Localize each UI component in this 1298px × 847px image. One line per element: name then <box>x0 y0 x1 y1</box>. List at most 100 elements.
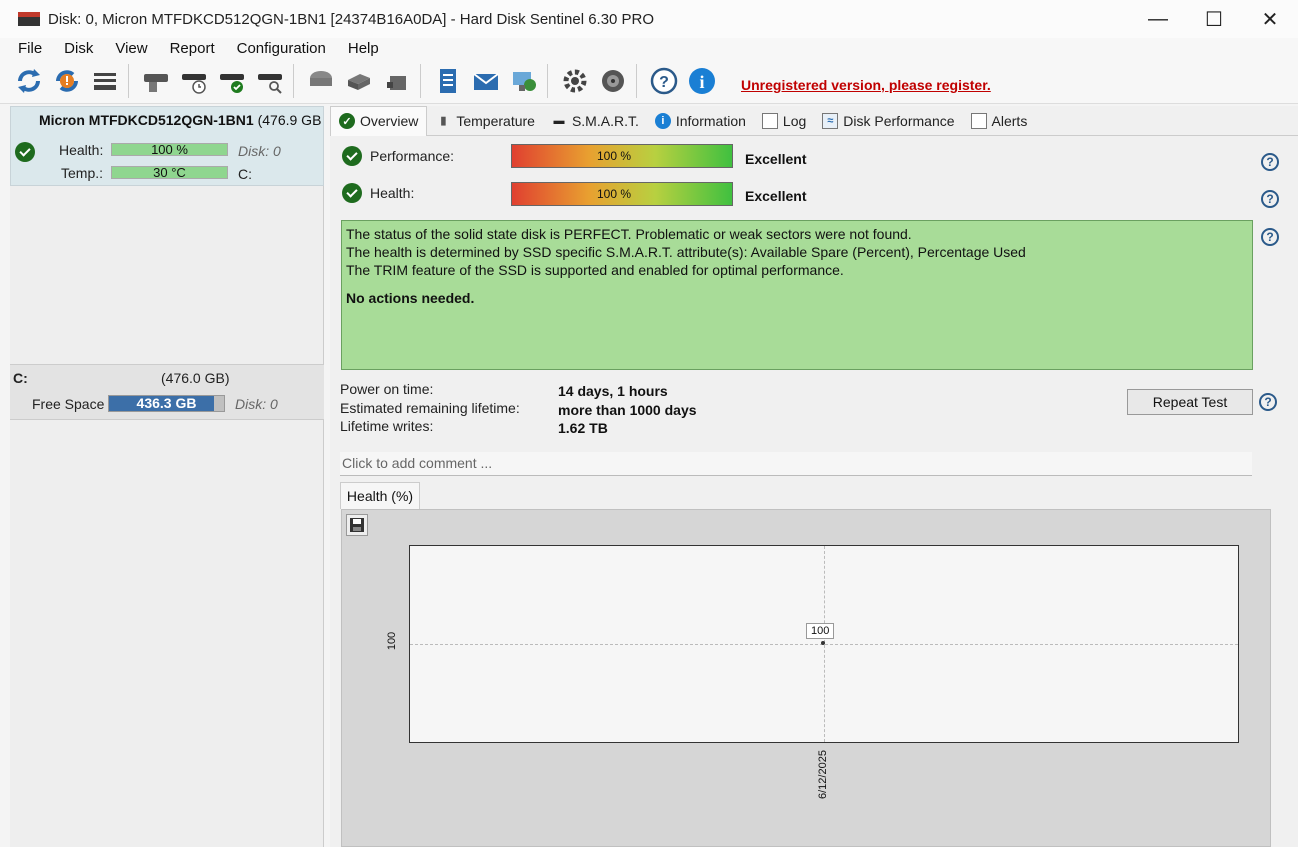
chart-tab-health[interactable]: Health (%) <box>340 482 420 509</box>
partition-size: (476.0 GB) <box>161 370 230 386</box>
tab-label: Information <box>675 112 746 129</box>
free-space-value: 436.3 GB <box>136 395 197 411</box>
power-on-value: 14 days, 1 hours <box>558 383 668 399</box>
tab-label: Disk Performance <box>843 112 955 129</box>
disk-ok-check-icon <box>15 142 35 162</box>
tab-log[interactable]: Log <box>754 106 814 136</box>
health-value: 100 % <box>596 187 632 201</box>
data-point-label: 100 <box>806 623 835 639</box>
disk-model: Micron MTFDKCD512QGN-1BN1 <box>39 112 254 128</box>
disk-clock-icon[interactable] <box>177 64 211 98</box>
menu-report[interactable]: Report <box>170 40 215 57</box>
toolbar-separator <box>547 63 548 98</box>
drive-icon[interactable] <box>304 64 338 98</box>
disk-list-icon[interactable] <box>88 64 122 98</box>
close-button[interactable]: ✕ <box>1242 0 1298 38</box>
sound-icon[interactable] <box>596 64 630 98</box>
menu-help[interactable]: Help <box>348 40 379 57</box>
partition-letter: C: <box>13 370 28 386</box>
health-row: Health: <box>342 181 414 205</box>
toolbar-separator <box>420 63 421 98</box>
repeat-test-button[interactable]: Repeat Test <box>1127 389 1253 415</box>
report-icon[interactable] <box>431 64 465 98</box>
comment-input[interactable]: Click to add comment ... <box>340 452 1252 476</box>
health-chart-area: 100 100 6/12/2025 <box>341 509 1271 847</box>
drive-alert-icon[interactable] <box>380 64 414 98</box>
graph-icon: ≈ <box>822 112 839 129</box>
tab-label: Temperature <box>456 112 535 129</box>
alerts-document-icon <box>970 112 987 129</box>
disk-health-bar: 100 % <box>111 143 228 156</box>
info-icon[interactable]: i <box>685 64 719 98</box>
health-help-icon[interactable]: ? <box>1261 190 1279 208</box>
disk-list-panel: Micron MTFDKCD512QGN-1BN1 (476.9 GB Heal… <box>10 106 324 847</box>
menu-configuration[interactable]: Configuration <box>237 40 326 57</box>
menu-file[interactable]: File <box>18 40 42 57</box>
health-rating: Excellent <box>745 188 807 204</box>
performance-row: Performance: <box>342 144 454 168</box>
thermometer-icon: ▮ <box>440 115 447 127</box>
partition-card[interactable]: C: (476.0 GB) Free Space 436.3 GB Disk: … <box>10 364 324 420</box>
tab-label: Alerts <box>991 112 1028 129</box>
settings-icon[interactable] <box>558 64 592 98</box>
disk-check-icon[interactable] <box>215 64 249 98</box>
network-icon[interactable] <box>507 64 541 98</box>
toolbar-separator <box>128 63 129 98</box>
tab-smart[interactable]: ▬ S.M.A.R.T. <box>543 106 647 136</box>
tab-label: Log <box>782 112 807 129</box>
help-icon[interactable]: ? <box>647 64 681 98</box>
toolbar-separator <box>636 63 637 98</box>
health-check-icon <box>342 183 362 203</box>
writes-label: Lifetime writes: <box>340 418 434 434</box>
x-tick-label: 6/12/2025 <box>817 750 829 799</box>
tab-alerts[interactable]: Alerts <box>963 106 1036 136</box>
title-bar: Disk: 0, Micron MTFDKCD512QGN-1BN1 [2437… <box>0 0 1298 38</box>
info-icon: i <box>654 112 671 129</box>
tab-label: S.M.A.R.T. <box>571 112 639 129</box>
disk-health-label: Health: <box>59 142 104 158</box>
tab-information[interactable]: i Information <box>647 106 754 136</box>
maximize-button[interactable]: ☐ <box>1186 0 1242 38</box>
tab-temperature[interactable]: ▮ Temperature <box>427 106 543 136</box>
app-icon <box>18 12 40 26</box>
window-controls: — ☐ ✕ <box>1130 0 1298 38</box>
document-icon <box>761 112 778 129</box>
minimize-button[interactable]: — <box>1130 0 1186 38</box>
refresh-warning-icon[interactable] <box>50 64 84 98</box>
disk-search-icon[interactable] <box>253 64 287 98</box>
disk-temp-bar: 30 °C <box>111 166 228 179</box>
toolbar-separator <box>293 63 294 98</box>
disk-size: (476.9 GB <box>257 112 322 128</box>
performance-rating: Excellent <box>745 151 807 167</box>
repeat-test-help-icon[interactable]: ? <box>1259 393 1277 411</box>
performance-bar: 100 % <box>511 144 733 168</box>
free-space-label: Free Space <box>32 396 105 412</box>
menu-disk[interactable]: Disk <box>64 40 93 57</box>
menu-view[interactable]: View <box>115 40 147 57</box>
mail-icon[interactable] <box>469 64 503 98</box>
writes-value: 1.62 TB <box>558 420 608 436</box>
performance-label: Performance: <box>370 148 455 164</box>
lifetime-value: more than 1000 days <box>558 402 697 418</box>
lifetime-label: Estimated remaining lifetime: <box>340 400 520 416</box>
performance-help-icon[interactable]: ? <box>1261 153 1279 171</box>
disk-icon[interactable] <box>139 64 173 98</box>
status-message-box: The status of the solid state disk is PE… <box>341 220 1253 370</box>
status-help-icon[interactable]: ? <box>1261 228 1279 246</box>
register-link[interactable]: Unregistered version, please register. <box>741 77 991 93</box>
status-line: The status of the solid state disk is PE… <box>346 226 912 242</box>
refresh-icon[interactable] <box>12 64 46 98</box>
free-space-bar: 436.3 GB <box>108 395 225 412</box>
tab-label: Overview <box>360 113 419 129</box>
save-chart-button[interactable] <box>346 514 368 536</box>
tab-disk-performance[interactable]: ≈ Disk Performance <box>814 106 962 136</box>
disk-bar-icon: ▬ <box>553 114 565 127</box>
health-bar: 100 % <box>511 182 733 206</box>
data-point <box>821 641 825 645</box>
performance-value: 100 % <box>596 149 632 163</box>
tab-bar: ✓ Overview ▮ Temperature ▬ S.M.A.R.T. i … <box>330 105 1298 136</box>
tab-overview[interactable]: ✓ Overview <box>330 105 428 136</box>
status-action: No actions needed. <box>346 290 475 306</box>
drive-tools-icon[interactable] <box>342 64 376 98</box>
disk-card[interactable]: Micron MTFDKCD512QGN-1BN1 (476.9 GB Heal… <box>10 106 324 186</box>
